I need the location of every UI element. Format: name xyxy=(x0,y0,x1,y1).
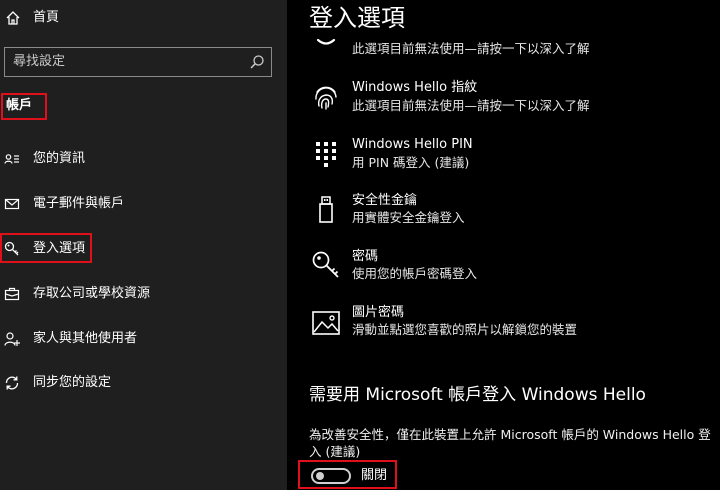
option-desc: 使用您的帳戶密碼登入 xyxy=(352,266,478,281)
usb-key-icon xyxy=(319,196,333,223)
sidebar-item-family-users[interactable]: 家人與其他使用者 xyxy=(0,326,287,352)
option-windows-hello-face[interactable]: 此選項目前無法使用—請按一下以深入了解 xyxy=(287,34,720,64)
sidebar-item-email-accounts[interactable]: 電子郵件與帳戶 xyxy=(0,191,287,217)
fingerprint-icon xyxy=(315,86,337,110)
home-icon xyxy=(6,11,20,25)
option-title: Windows Hello 指紋 xyxy=(352,80,478,95)
option-title: 圖片密碼 xyxy=(352,305,405,320)
person-card-icon xyxy=(4,154,19,164)
option-password[interactable]: 密碼 使用您的帳戶密碼登入 xyxy=(287,248,720,288)
sidebar-item-label: 電子郵件與帳戶 xyxy=(33,196,125,211)
group-title-box: 帳戶 xyxy=(1,93,47,120)
toggle-highlight: 關閉 xyxy=(298,460,397,489)
option-desc: 此選項目前無法使用—請按一下以深入了解 xyxy=(352,41,590,56)
main-content: 登入選項 此選項目前無法使用—請按一下以深入了解 Windows Hello 指… xyxy=(287,0,720,490)
sidebar-item-label: 同步您的設定 xyxy=(33,375,112,390)
option-picture-password[interactable]: 圖片密碼 滑動並點選您喜歡的照片以解鎖您的裝置 xyxy=(287,304,720,344)
briefcase-icon xyxy=(4,287,20,301)
option-windows-hello-fingerprint[interactable]: Windows Hello 指紋 此選項目前無法使用—請按一下以深入了解 xyxy=(287,78,720,118)
section-desc: 為改善安全性，僅在此裝置上允許 Microsoft 帳戶的 Windows He… xyxy=(309,427,711,459)
picture-icon xyxy=(312,311,340,335)
toggle-knob xyxy=(316,472,324,480)
option-windows-hello-pin[interactable]: Windows Hello PIN 用 PIN 碼登入 (建議) xyxy=(287,136,720,176)
option-desc: 滑動並點選您喜歡的照片以解鎖您的裝置 xyxy=(352,322,578,337)
option-title: Windows Hello PIN xyxy=(352,137,473,152)
add-person-icon xyxy=(4,332,20,346)
sidebar-item-sync[interactable]: 同步您的設定 xyxy=(0,370,287,396)
option-security-key[interactable]: 安全性金鑰 用實體安全金鑰登入 xyxy=(287,192,720,232)
mail-icon xyxy=(4,198,20,210)
sidebar-item-label: 家人與其他使用者 xyxy=(33,331,138,346)
face-icon xyxy=(316,38,336,45)
key-icon xyxy=(4,241,19,256)
search-icon[interactable] xyxy=(249,54,265,70)
option-title: 密碼 xyxy=(352,249,379,264)
sync-icon xyxy=(5,376,19,390)
toggle-label: 關閉 xyxy=(361,468,388,483)
sidebar-item-work-school[interactable]: 存取公司或學校資源 xyxy=(0,281,287,307)
sidebar-item-your-info[interactable]: 您的資訊 xyxy=(0,146,287,172)
option-desc: 用 PIN 碼登入 (建議) xyxy=(352,155,470,170)
sidebar-item-sign-in-options[interactable]: 登入選項 xyxy=(0,236,287,262)
home-label: 首頁 xyxy=(33,10,60,25)
group-title: 帳戶 xyxy=(6,98,33,113)
option-title: 安全性金鑰 xyxy=(352,193,418,208)
sidebar-item-label: 登入選項 xyxy=(33,241,86,256)
page-title: 登入選項 xyxy=(309,4,405,32)
option-desc: 用實體安全金鑰登入 xyxy=(352,210,465,225)
sidebar: 首頁 尋找設定 帳戶 您的資訊 電子郵件與帳戶 登入選項 存取公司或學校資源 家… xyxy=(0,0,287,490)
home-nav-item[interactable]: 首頁 xyxy=(0,6,287,32)
password-key-icon xyxy=(312,251,339,278)
sidebar-item-label: 您的資訊 xyxy=(33,151,86,166)
section-title: 需要用 Microsoft 帳戶登入 Windows Hello xyxy=(309,385,646,405)
pin-keypad-icon xyxy=(316,142,336,167)
option-desc: 此選項目前無法使用—請按一下以深入了解 xyxy=(352,98,590,113)
search-placeholder: 尋找設定 xyxy=(13,54,66,69)
require-msa-toggle[interactable] xyxy=(311,468,351,484)
search-input[interactable]: 尋找設定 xyxy=(4,47,272,77)
sidebar-item-label: 存取公司或學校資源 xyxy=(33,286,151,301)
